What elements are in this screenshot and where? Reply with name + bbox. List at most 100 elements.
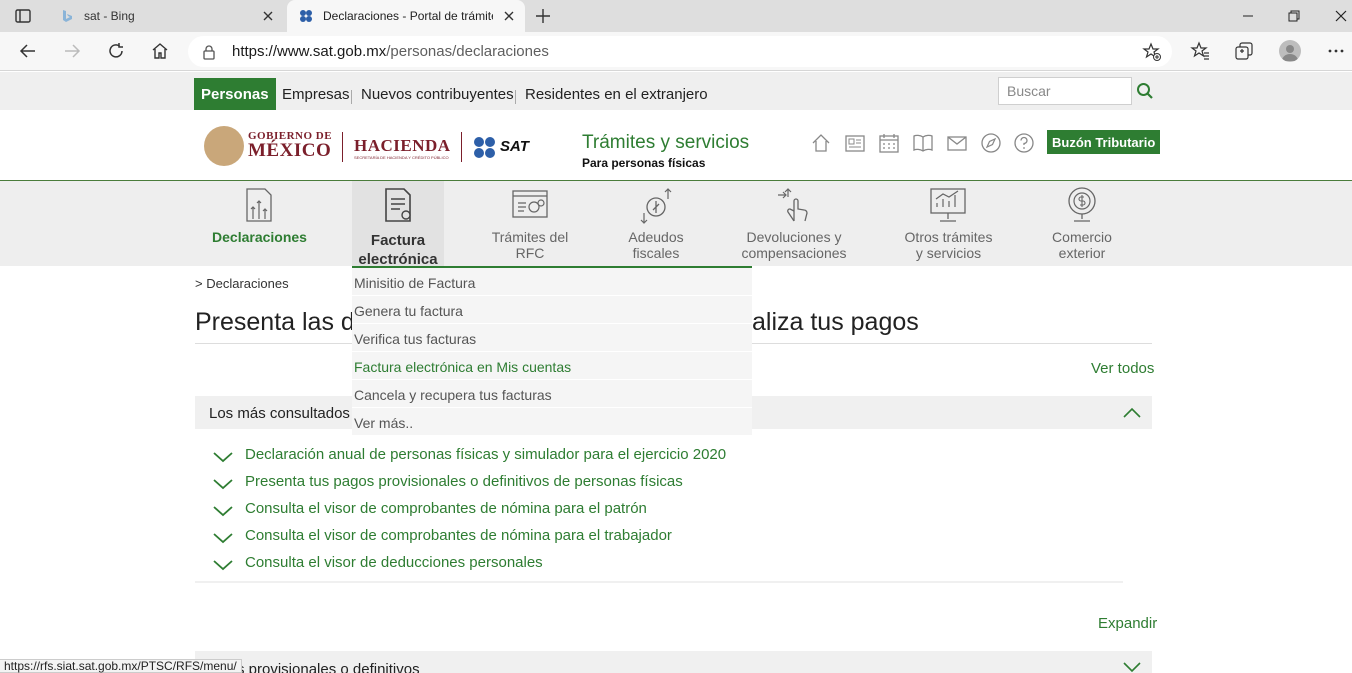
page-title-continued: aliza tus pagos <box>752 308 919 336</box>
menu-item-minisitio[interactable]: Minisitio de Factura <box>352 268 752 296</box>
bing-icon <box>63 10 72 22</box>
close-tab-icon[interactable] <box>501 8 517 24</box>
otros-icon <box>930 188 966 222</box>
devoluciones-icon <box>778 188 808 222</box>
divider <box>342 132 343 162</box>
category-devoluciones[interactable]: Devoluciones y compensaciones <box>734 181 854 266</box>
chevron-down-icon <box>213 506 233 517</box>
profile-avatar[interactable] <box>1279 40 1301 62</box>
back-icon[interactable] <box>18 41 38 61</box>
close-window-icon[interactable] <box>1331 6 1351 26</box>
list-item-link[interactable]: Presenta tus pagos provisionales o defin… <box>245 473 683 490</box>
category-factura[interactable]: Factura electrónica <box>352 181 444 268</box>
forward-icon[interactable] <box>62 41 82 61</box>
audience-empresas[interactable]: Empresas <box>282 78 350 111</box>
list-item[interactable]: Consulta el visor de comprobantes de nóm… <box>212 500 812 522</box>
audience-residentes[interactable]: Residentes en el extranjero <box>525 78 708 111</box>
category-comercio[interactable]: Comercio exterior <box>1040 181 1124 266</box>
home-browser-icon[interactable] <box>150 41 170 61</box>
label-line: RFC <box>515 245 545 261</box>
list-item[interactable]: Declaración anual de personas físicas y … <box>212 446 812 468</box>
lock-icon[interactable] <box>202 44 216 60</box>
favorites-icon[interactable] <box>1190 41 1210 61</box>
expandir-link[interactable]: Expandir <box>1098 615 1157 632</box>
label-line: compensaciones <box>741 245 847 261</box>
mail-icon[interactable] <box>946 132 968 154</box>
list-item-link[interactable]: Consulta el visor de deducciones persona… <box>245 554 543 571</box>
help-icon[interactable] <box>1013 132 1035 154</box>
web-page: Personas Empresas Nuevos contribuyentes … <box>0 72 1352 673</box>
audience-personas[interactable]: Personas <box>194 78 276 111</box>
gobierno-logo[interactable]: GOBIERNO DE MÉXICO <box>204 126 334 166</box>
news-icon[interactable] <box>844 132 866 154</box>
chevron-down-icon <box>213 452 233 463</box>
search-icon[interactable] <box>1136 82 1154 100</box>
category-adeudos[interactable]: Adeudos fiscales <box>610 181 702 266</box>
category-label: Adeudos fiscales <box>610 229 702 261</box>
menu-item-genera[interactable]: Genera tu factura <box>352 295 752 324</box>
sat-logo[interactable]: SAT <box>472 136 562 166</box>
add-favorite-icon[interactable] <box>1142 42 1162 62</box>
collections-icon[interactable] <box>1234 41 1254 61</box>
book-icon[interactable] <box>912 132 934 154</box>
compass-icon[interactable] <box>980 132 1002 154</box>
calendar-icon[interactable] <box>878 132 900 154</box>
chevron-down-icon <box>213 533 233 544</box>
accordion-pagos[interactable]: s provisionales o definitivos <box>195 651 1152 673</box>
menu-item-mis-cuentas[interactable]: Factura electrónica en Mis cuentas <box>352 351 752 380</box>
tab-actions-icon[interactable] <box>14 7 32 25</box>
list-item-link[interactable]: Declaración anual de personas físicas y … <box>245 446 726 463</box>
category-rfc[interactable]: Trámites del RFC <box>480 181 580 266</box>
sat-logo-icon <box>474 137 495 158</box>
label-line: fiscales <box>632 245 680 261</box>
accordion-title: s provisionales o definitivos <box>237 661 420 673</box>
minimize-icon[interactable] <box>1238 6 1258 26</box>
list-item[interactable]: Presenta tus pagos provisionales o defin… <box>212 473 812 495</box>
restore-icon[interactable] <box>1284 6 1304 26</box>
home-icon[interactable] <box>810 132 832 154</box>
chevron-down-icon <box>213 560 233 571</box>
label-line: Devoluciones y <box>746 229 842 245</box>
label-line: Trámites del <box>491 229 569 245</box>
ver-todos-link[interactable]: Ver todos <box>1091 360 1154 377</box>
chevron-down-icon[interactable] <box>1122 658 1142 673</box>
category-label: Devoluciones y compensaciones <box>734 229 854 261</box>
accordion-title: Los más consultados <box>209 405 350 422</box>
more-menu-icon[interactable] <box>1326 41 1346 61</box>
new-tab-icon[interactable] <box>533 6 553 26</box>
category-declaraciones[interactable]: Declaraciones <box>200 181 319 266</box>
chevron-up-icon[interactable] <box>1122 404 1142 420</box>
audience-nuevos[interactable]: Nuevos contribuyentes <box>361 78 514 111</box>
menu-item-ver-mas[interactable]: Ver más.. <box>352 407 752 436</box>
seal-icon <box>204 126 244 166</box>
menu-item-cancela[interactable]: Cancela y recupera tus facturas <box>352 379 752 408</box>
category-otros[interactable]: Otros trámites y servicios <box>890 181 1007 266</box>
site-title: Trámites y servicios <box>582 132 750 153</box>
url-field[interactable]: https://www.sat.gob.mx/personas/declarac… <box>188 36 1172 67</box>
menu-item-verifica[interactable]: Verifica tus facturas <box>352 323 752 352</box>
site-header: GOBIERNO DE MÉXICO HACIENDA SECRETARÍA D… <box>0 110 1352 181</box>
adeudos-icon <box>640 188 672 224</box>
tab-declaraciones[interactable]: Declaraciones - Portal de trámite <box>287 0 525 32</box>
list-item[interactable]: Consulta el visor de comprobantes de nóm… <box>212 527 812 549</box>
status-bar-url: https://rfs.siat.sat.gob.mx/PTSC/RFS/men… <box>0 659 242 673</box>
comercio-icon <box>1068 187 1096 222</box>
tab-title: Declaraciones - Portal de trámite <box>323 9 493 23</box>
divider <box>515 90 516 104</box>
list-item[interactable]: Consulta el visor de deducciones persona… <box>212 554 812 576</box>
breadcrumb[interactable]: > Declaraciones <box>195 276 289 291</box>
category-label: Otros trámites y servicios <box>890 229 1007 261</box>
hacienda-logo[interactable]: HACIENDA <box>354 136 451 156</box>
label-line: Factura <box>370 232 426 249</box>
page-title: Presenta las de <box>195 308 369 337</box>
search-input[interactable]: Buscar <box>998 77 1132 105</box>
rfc-icon <box>512 190 548 218</box>
list-item-link[interactable]: Consulta el visor de comprobantes de nóm… <box>245 500 647 517</box>
close-tab-icon[interactable] <box>260 8 276 24</box>
buzon-tributario-button[interactable]: Buzón Tributario <box>1047 130 1161 154</box>
refresh-icon[interactable] <box>106 41 126 61</box>
url-text: https://www.sat.gob.mx/personas/declarac… <box>232 43 549 60</box>
hacienda-subtitle: SECRETARÍA DE HACIENDA Y CRÉDITO PÚBLICO <box>354 155 449 160</box>
list-item-link[interactable]: Consulta el visor de comprobantes de nóm… <box>245 527 672 544</box>
tab-bing[interactable]: sat - Bing <box>48 0 284 32</box>
